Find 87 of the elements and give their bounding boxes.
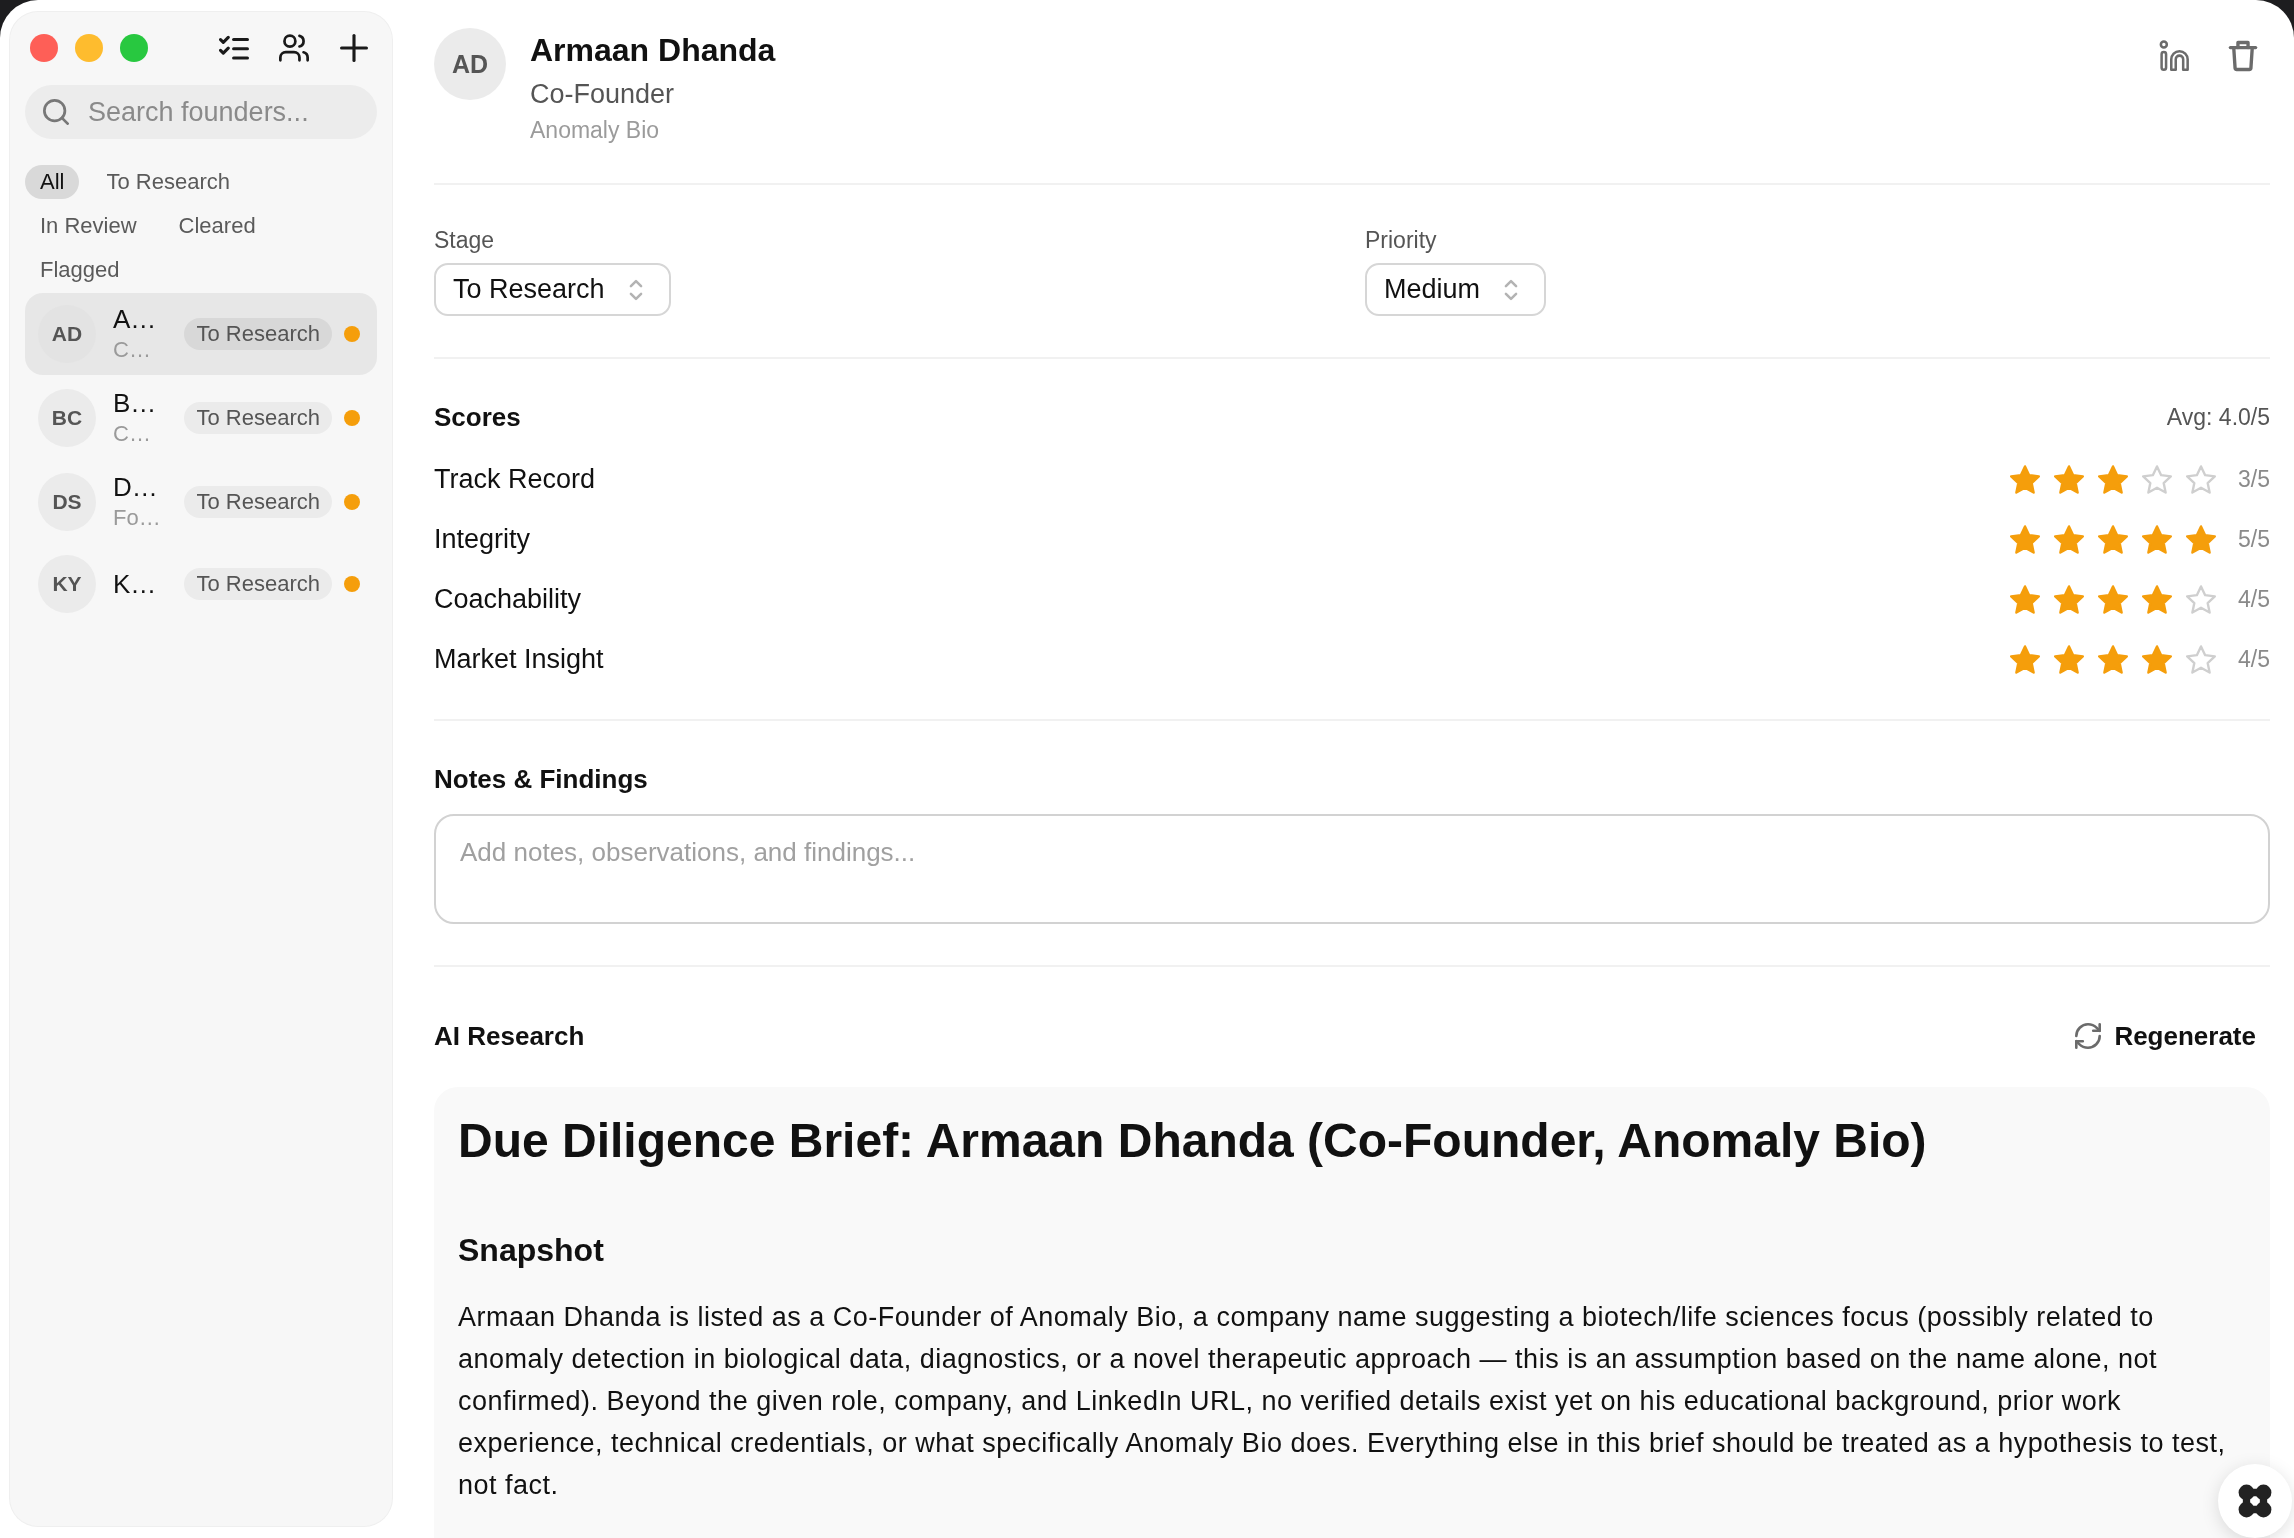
star-icon[interactable] — [2054, 464, 2084, 494]
people-icon[interactable] — [279, 34, 309, 62]
select-field[interactable]: To Research — [434, 263, 671, 316]
filter-tab[interactable]: To Research — [91, 165, 245, 199]
star-icon[interactable] — [2098, 464, 2128, 494]
plus-icon[interactable] — [339, 34, 369, 62]
founder-row[interactable]: KY K… To Research — [25, 545, 377, 623]
score-value: 5/5 — [2238, 525, 2270, 553]
star-icon[interactable] — [2054, 584, 2084, 614]
average-score: Avg: 4.0/5 — [2166, 403, 2270, 431]
star-icon[interactable] — [2186, 524, 2216, 554]
avatar: AD — [434, 28, 506, 100]
close-window-button[interactable] — [30, 34, 58, 62]
stage-badge: To Research — [184, 568, 332, 600]
score-value: 4/5 — [2238, 585, 2270, 613]
section-title: Scores — [434, 401, 521, 434]
filter-tab[interactable]: All — [25, 165, 80, 199]
score-value: 3/5 — [2238, 465, 2270, 493]
founder-name: A… — [113, 303, 157, 335]
star-icon[interactable] — [2142, 524, 2172, 554]
star-icon[interactable] — [2142, 644, 2172, 674]
chevron-up-down-icon — [1504, 278, 1519, 301]
score-value: 4/5 — [2238, 645, 2270, 673]
founder-name: D… — [113, 471, 158, 503]
avatar: AD — [38, 305, 96, 363]
star-icon[interactable] — [2098, 644, 2128, 674]
stage-badge: To Research — [184, 318, 332, 350]
star-rating[interactable] — [2010, 584, 2216, 614]
avatar: KY — [38, 555, 96, 613]
search-icon — [43, 99, 69, 125]
star-rating[interactable] — [2010, 644, 2216, 674]
minimize-window-button[interactable] — [75, 34, 103, 62]
section-title: AI Research — [434, 1020, 585, 1053]
star-icon[interactable] — [2010, 524, 2040, 554]
score-label: Coachability — [434, 583, 583, 615]
regenerate-button[interactable]: Regenerate — [2061, 1014, 2270, 1058]
star-rating[interactable] — [2010, 464, 2216, 494]
zoom-window-button[interactable] — [120, 34, 148, 62]
star-icon[interactable] — [2054, 524, 2084, 554]
star-icon[interactable] — [2142, 584, 2172, 614]
linkedin-icon[interactable] — [2159, 40, 2191, 72]
avatar: BC — [38, 389, 96, 447]
founder-row[interactable]: AD A… C… To Research — [25, 293, 377, 375]
search-field[interactable]: Search founders... — [25, 85, 377, 139]
star-icon[interactable] — [2186, 584, 2216, 614]
star-icon[interactable] — [2098, 584, 2128, 614]
founder-subtitle: Fo… — [113, 504, 161, 532]
brief-section-heading: Snapshot — [458, 1231, 605, 1270]
refresh-icon — [2075, 1023, 2102, 1049]
score-label: Market Insight — [434, 643, 605, 675]
founder-row[interactable]: DS D… Fo… To Research — [25, 461, 377, 543]
star-icon[interactable] — [2010, 584, 2040, 614]
checklist-icon[interactable] — [219, 34, 249, 62]
notes-field[interactable]: Add notes, observations, and findings... — [434, 814, 2270, 924]
filter-tab[interactable]: Flagged — [25, 253, 135, 287]
founder-name: K… — [113, 568, 157, 600]
founder-subtitle: C… — [113, 336, 151, 364]
founder-name: B… — [113, 387, 157, 419]
founder-row[interactable]: BC B… C… To Research — [25, 377, 377, 459]
filter-tab[interactable]: Cleared — [163, 209, 271, 243]
star-icon[interactable] — [2186, 644, 2216, 674]
star-icon[interactable] — [2010, 464, 2040, 494]
score-label: Track Record — [434, 463, 597, 495]
star-rating[interactable] — [2010, 524, 2216, 554]
star-icon[interactable] — [2142, 464, 2172, 494]
company-name: Anomaly Bio — [530, 116, 660, 145]
founder-subtitle: C… — [113, 420, 151, 448]
select-field[interactable]: Medium — [1365, 263, 1547, 316]
filter-tab[interactable]: In Review — [25, 209, 152, 243]
trash-icon[interactable] — [2227, 40, 2259, 72]
star-icon[interactable] — [2186, 464, 2216, 494]
brief-paragraph: Armaan Dhanda is listed as a Co-Founder of Anomaly Bio, a company name suggesting a biotech/life sciences focus (possibly related to anomaly detection in biological data, diagnostics, or a novel therapeutic approach — this is an assumption based on the name alone, not confirmed). Beyond the given role, company, and LinkedIn URL, no verified details exist yet on his educational background, prior work experience, technical credentials, or what specifically Anomaly Bio does. Everything else in this brief should be treated as a hypothesis to test, not fact. — [458, 1301, 2227, 1502]
founder-role: Co-Founder — [530, 78, 675, 111]
avatar: DS — [38, 473, 96, 531]
field-label: Stage — [434, 226, 495, 255]
star-icon[interactable] — [2098, 524, 2128, 554]
brief-title: Due Diligence Brief: Armaan Dhanda (Co-Founder, Anomaly Bio) — [458, 1113, 1928, 1169]
star-icon[interactable] — [2054, 644, 2084, 674]
stage-badge: To Research — [184, 486, 332, 518]
section-title: Notes & Findings — [434, 763, 649, 796]
score-label: Integrity — [434, 523, 532, 555]
x-shape-icon — [2238, 1484, 2272, 1518]
field-label: Priority — [1365, 226, 1437, 255]
stage-badge: To Research — [184, 402, 332, 434]
founder-name: Armaan Dhanda — [530, 31, 776, 70]
star-icon[interactable] — [2010, 644, 2040, 674]
chevron-up-down-icon — [628, 278, 643, 301]
